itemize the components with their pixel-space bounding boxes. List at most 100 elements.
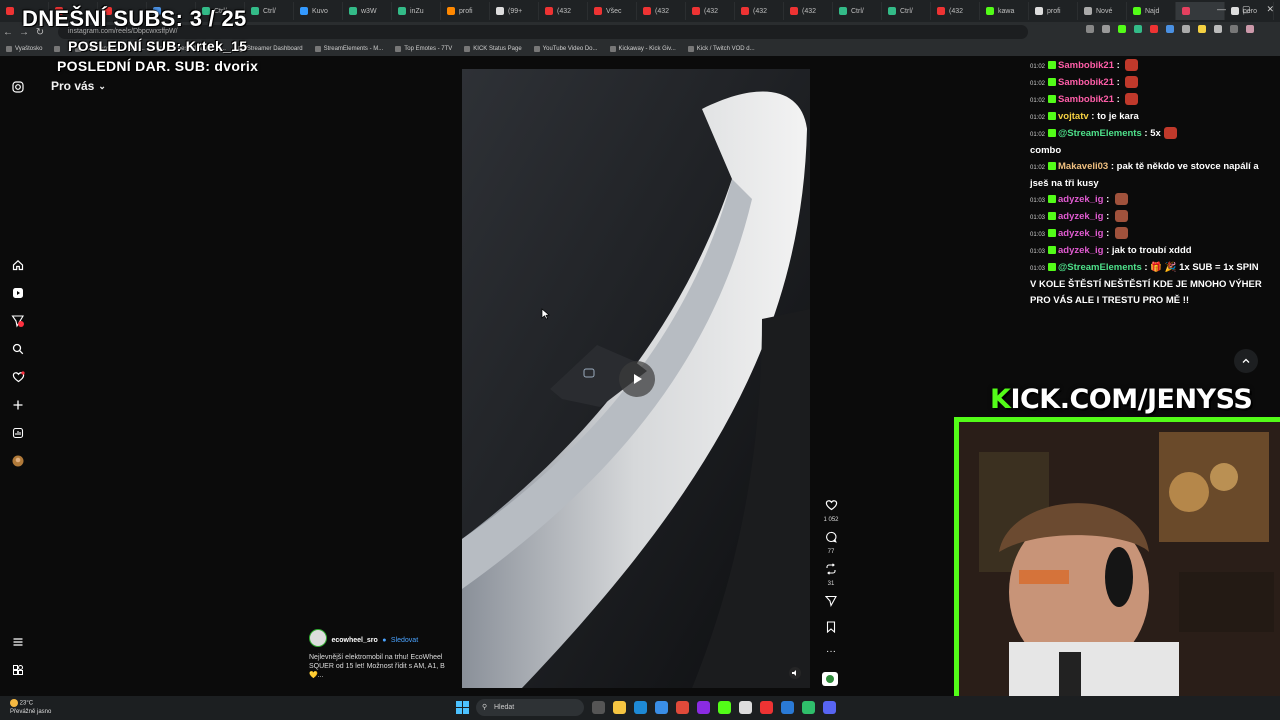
tab-label: Nové [1096, 7, 1113, 15]
follow-button[interactable]: Sledovat [391, 637, 418, 644]
extension-icon[interactable] [1166, 25, 1174, 33]
reels-icon[interactable] [10, 285, 26, 301]
browser-tab[interactable]: profi [1029, 2, 1078, 20]
dashboard-icon[interactable] [10, 425, 26, 441]
app-icon[interactable] [739, 701, 752, 714]
browser-tab[interactable]: (432 [735, 2, 784, 20]
chat-username[interactable]: adyzek_ig [1058, 194, 1103, 205]
bookmark-item[interactable]: Top Emotes - 7TV [395, 46, 452, 52]
browser-tab[interactable]: (432 [784, 2, 833, 20]
browser-tab[interactable]: Mač [1274, 2, 1280, 20]
scroll-to-top-button[interactable] [1234, 349, 1258, 373]
post-caption[interactable]: Nejlevnější elektromobil na trhu! EcoWhe… [309, 653, 459, 680]
browser-tab[interactable]: (432 [539, 2, 588, 20]
overlay-subs-today: DNEŠNÍ SUBS: 3 / 25 [22, 6, 247, 31]
extension-icon[interactable] [1230, 25, 1238, 33]
threads-icon[interactable] [10, 662, 26, 678]
extension-icon[interactable] [1214, 25, 1222, 33]
audio-avatar[interactable] [822, 672, 838, 686]
browser-tab[interactable]: (99+ [490, 2, 539, 20]
instagram-logo-icon[interactable] [10, 79, 26, 95]
store-icon[interactable] [655, 701, 668, 714]
chat-username[interactable]: adyzek_ig [1058, 245, 1103, 256]
chat-username[interactable]: Sambobik21 [1058, 77, 1114, 88]
chat-username[interactable]: adyzek_ig [1058, 228, 1103, 239]
browser-tab[interactable]: Najd [1127, 2, 1176, 20]
more-menu-icon[interactable] [10, 634, 26, 650]
app-icon[interactable] [802, 701, 815, 714]
chrome-icon[interactable] [676, 701, 689, 714]
share-button[interactable] [820, 594, 842, 612]
file-explorer-icon[interactable] [613, 701, 626, 714]
obs-icon[interactable] [760, 701, 773, 714]
chat-username[interactable]: Makaveli03 [1058, 161, 1108, 172]
extension-icon[interactable] [1134, 25, 1142, 33]
task-view-icon[interactable] [592, 701, 605, 714]
bookmark-item[interactable]: Streamer Dashboard [237, 46, 303, 52]
maximize-icon[interactable]: ▢ [1242, 4, 1251, 15]
kick-app-icon[interactable] [718, 701, 731, 714]
browser-tab[interactable]: w3W [343, 2, 392, 20]
save-button[interactable] [820, 620, 842, 638]
profile-avatar-icon[interactable] [1246, 25, 1254, 33]
feed-selector[interactable]: Pro vás ⌄ [51, 79, 106, 93]
extension-icon[interactable] [1198, 25, 1206, 33]
browser-tab[interactable]: inZu [392, 2, 441, 20]
bookmark-item[interactable]: Kick / Twitch VOD d... [687, 46, 755, 52]
weather-widget[interactable]: 23°C Převážně jasno [10, 699, 51, 716]
browser-tab[interactable]: (432 [931, 2, 980, 20]
create-plus-icon[interactable] [10, 397, 26, 413]
messages-icon[interactable] [10, 313, 26, 329]
search-icon[interactable] [10, 341, 26, 357]
bookmark-item[interactable]: Vyaštosko [6, 46, 42, 52]
bookmark-item[interactable]: KICK Status Page [464, 46, 522, 52]
discord-icon[interactable] [823, 701, 836, 714]
bookmark-item[interactable]: Kickaway - Kick Giv... [609, 46, 676, 52]
notifications-heart-icon[interactable] [10, 369, 26, 385]
chat-username[interactable]: Sambobik21 [1058, 94, 1114, 105]
tab-label: kawa [998, 7, 1015, 15]
browser-tab[interactable]: Všec [588, 2, 637, 20]
chat-username[interactable]: @StreamElements [1058, 128, 1142, 139]
play-button[interactable] [619, 361, 655, 397]
comment-button[interactable]: 77 [820, 530, 842, 555]
author-avatar[interactable] [309, 629, 327, 647]
minimize-icon[interactable]: — [1217, 4, 1226, 15]
browser-tab[interactable]: Nové [1078, 2, 1127, 20]
chat-username[interactable]: @StreamElements [1058, 262, 1142, 273]
author-username[interactable]: ecowheel_sro [331, 637, 377, 644]
taskbar-search[interactable]: ⚲ Hledat [476, 699, 584, 716]
like-button[interactable]: 1 052 [820, 498, 842, 523]
app-icon[interactable] [781, 701, 794, 714]
bookmark-item[interactable] [54, 46, 63, 52]
profile-avatar[interactable] [10, 453, 26, 469]
mute-icon[interactable] [789, 667, 801, 679]
star-icon[interactable] [1102, 25, 1110, 33]
weather-desc: Převážně jasno [10, 708, 52, 715]
browser-tab[interactable]: Ctrl/ [245, 2, 294, 20]
browser-tab[interactable]: Ctrl/ [882, 2, 931, 20]
extension-icon[interactable] [1118, 25, 1126, 33]
app-icon[interactable] [697, 701, 710, 714]
chat-username[interactable]: adyzek_ig [1058, 211, 1103, 222]
bookmark-item[interactable]: StreamElements - M... [314, 46, 383, 52]
more-options-icon[interactable]: ··· [820, 646, 842, 657]
extension-icon[interactable] [1150, 25, 1158, 33]
browser-tab[interactable]: (432 [637, 2, 686, 20]
chat-username[interactable]: vojtatv [1058, 111, 1089, 122]
extension-icon[interactable] [1182, 25, 1190, 33]
browser-tab[interactable]: Ctrl/ [833, 2, 882, 20]
repost-button[interactable]: 31 [820, 562, 842, 587]
bookmark-item[interactable]: YouTube Video Do... [533, 46, 598, 52]
browser-tab[interactable]: profi [441, 2, 490, 20]
chat-username[interactable]: Sambobik21 [1058, 60, 1114, 71]
close-icon[interactable]: ✕ [1266, 4, 1274, 15]
back-icon[interactable]: ← [0, 27, 16, 38]
edge-icon[interactable] [634, 701, 647, 714]
windows-start-icon[interactable] [456, 701, 469, 714]
share-icon[interactable] [1086, 25, 1094, 33]
browser-tab[interactable]: kawa [980, 2, 1029, 20]
home-icon[interactable] [10, 257, 26, 273]
browser-tab[interactable]: (432 [686, 2, 735, 20]
browser-tab[interactable]: Kuvo [294, 2, 343, 20]
